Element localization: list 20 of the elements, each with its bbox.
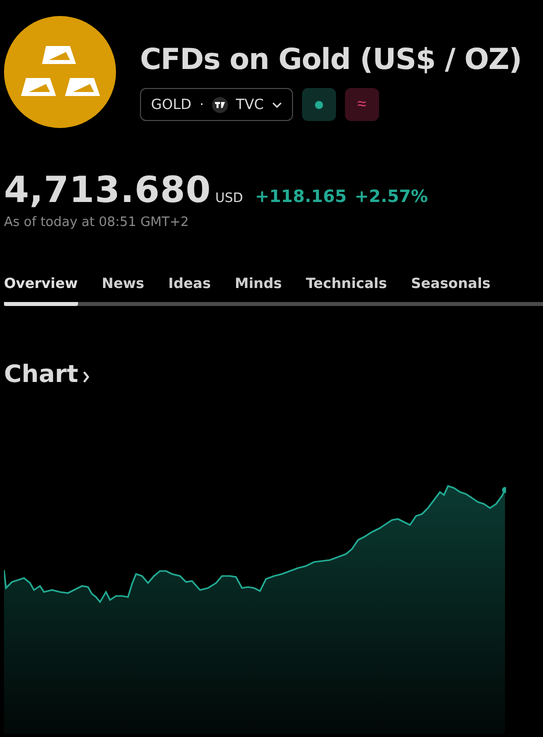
timestamp-text: As of today at 08:51 GMT+2 [4, 215, 190, 230]
exchange-logo-icon [212, 96, 228, 112]
percent-change: +2.57% [354, 187, 428, 207]
tab[interactable]: Overview [4, 276, 78, 306]
price-value: 4,713.680 [4, 170, 212, 211]
instrument-title: CFDs on Gold (US$ / OZ) [140, 42, 522, 76]
tab[interactable]: Minds [234, 276, 282, 306]
cfd-badge-button[interactable]: ≈ [344, 88, 379, 121]
tab[interactable]: Ideas [168, 276, 211, 306]
currency-label: USD [215, 191, 243, 206]
tab[interactable]: Technicals [306, 276, 387, 306]
chevron-right-icon [82, 371, 90, 383]
bullion-bars-logo-icon [4, 16, 116, 128]
tab[interactable]: News [102, 276, 144, 306]
chevron-down-icon [272, 102, 282, 108]
tab[interactable]: Seasonals [410, 276, 490, 306]
price-change: +118.165 [254, 187, 347, 207]
market-status-button[interactable] [302, 88, 336, 121]
symbol-exchange-dropdown[interactable]: GOLD · TVC [140, 88, 293, 121]
chart-heading-link[interactable]: Chart [4, 360, 78, 388]
